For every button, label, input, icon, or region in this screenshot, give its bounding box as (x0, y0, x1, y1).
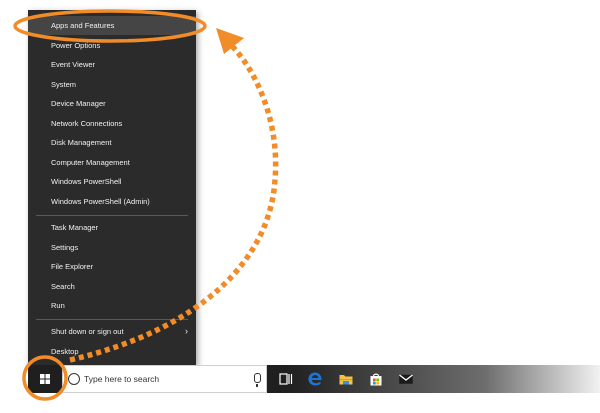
highlight-ellipse-menu (13, 9, 207, 43)
highlight-circle-start (22, 355, 68, 401)
annotation-overlay (13, 9, 279, 401)
arrow-head-icon (216, 28, 244, 54)
dotted-arrow-path (69, 44, 279, 363)
